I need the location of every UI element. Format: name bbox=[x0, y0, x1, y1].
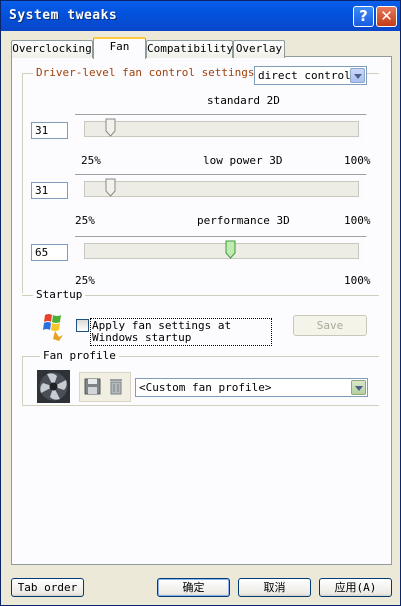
tab-overlay[interactable]: Overlay bbox=[233, 40, 285, 58]
standard-2d-min-label: 25% bbox=[81, 154, 101, 167]
apply-button[interactable]: 应用(A) bbox=[319, 578, 392, 597]
low-power-3d-value-input[interactable]: 31 bbox=[31, 182, 68, 199]
title-bar[interactable]: System tweaks ? ✕ bbox=[1, 1, 400, 31]
help-icon: ? bbox=[359, 7, 368, 25]
fan-profile-group-label: Fan profile bbox=[40, 349, 119, 362]
windows-startup-icon bbox=[43, 314, 63, 341]
startup-group-label: Startup bbox=[33, 288, 86, 301]
low-power-3d-min-label: 25% bbox=[75, 214, 95, 227]
cancel-button[interactable]: 取消 bbox=[238, 578, 311, 597]
fan-profile-group-bottom-border bbox=[22, 405, 379, 406]
fan-control-group-left-border bbox=[22, 73, 23, 293]
low-power-3d-slider-thumb[interactable] bbox=[105, 178, 116, 197]
performance-3d-min-label: 25% bbox=[75, 274, 95, 287]
performance-3d-slider-track[interactable] bbox=[84, 243, 359, 259]
tab-overclocking[interactable]: Overclocking bbox=[11, 40, 93, 58]
fan-control-mode-dropdown[interactable]: direct control bbox=[254, 66, 367, 85]
close-button[interactable]: ✕ bbox=[376, 6, 397, 27]
performance-3d-max-label: 100% bbox=[344, 274, 371, 287]
tab-order-button[interactable]: Tab order bbox=[11, 578, 84, 597]
save-profile-icon[interactable] bbox=[84, 378, 101, 395]
apply-at-startup-checkbox[interactable] bbox=[76, 319, 89, 332]
ok-button[interactable]: 确定 bbox=[157, 578, 230, 597]
tab-fan[interactable]: Fan bbox=[93, 37, 146, 59]
save-button[interactable]: Save bbox=[293, 315, 367, 336]
chevron-down-icon[interactable] bbox=[351, 380, 366, 395]
close-icon: ✕ bbox=[380, 7, 393, 25]
apply-at-startup-label[interactable]: Apply fan settings at Windows startup bbox=[92, 320, 274, 344]
fan-control-group-label: Driver-level fan control settings bbox=[33, 66, 258, 79]
system-tweaks-window: System tweaks ? ✕ Overclocking Fan Compa… bbox=[0, 0, 401, 606]
fan-icon bbox=[37, 370, 70, 403]
fan-control-mode-value: direct control bbox=[258, 69, 351, 82]
fan-profile-value: <Custom fan profile> bbox=[139, 381, 272, 394]
standard-2d-max-label: 100% bbox=[344, 154, 371, 167]
chevron-down-icon[interactable] bbox=[350, 68, 365, 83]
standard-2d-slider-thumb[interactable] bbox=[105, 118, 116, 137]
standard-2d-slider-track[interactable] bbox=[84, 121, 359, 137]
help-button[interactable]: ? bbox=[353, 6, 374, 27]
standard-2d-value-input[interactable]: 31 bbox=[31, 122, 68, 139]
performance-3d-slider-thumb[interactable] bbox=[225, 240, 236, 259]
window-title: System tweaks bbox=[9, 8, 118, 23]
performance-3d-value-input[interactable]: 65 bbox=[31, 244, 68, 261]
section-title-low-power-3d: low power 3D bbox=[203, 154, 283, 167]
fan-profile-group-left-border bbox=[22, 356, 23, 406]
section-title-standard-2d: standard 2D bbox=[207, 94, 280, 107]
low-power-3d-slider-track[interactable] bbox=[84, 181, 359, 197]
delete-profile-icon[interactable] bbox=[108, 377, 124, 395]
tab-compatibility[interactable]: Compatibility bbox=[146, 40, 233, 58]
section-title-performance-3d: performance 3D bbox=[197, 214, 290, 227]
low-power-3d-max-label: 100% bbox=[344, 214, 371, 227]
fan-profile-dropdown[interactable]: <Custom fan profile> bbox=[135, 378, 368, 397]
